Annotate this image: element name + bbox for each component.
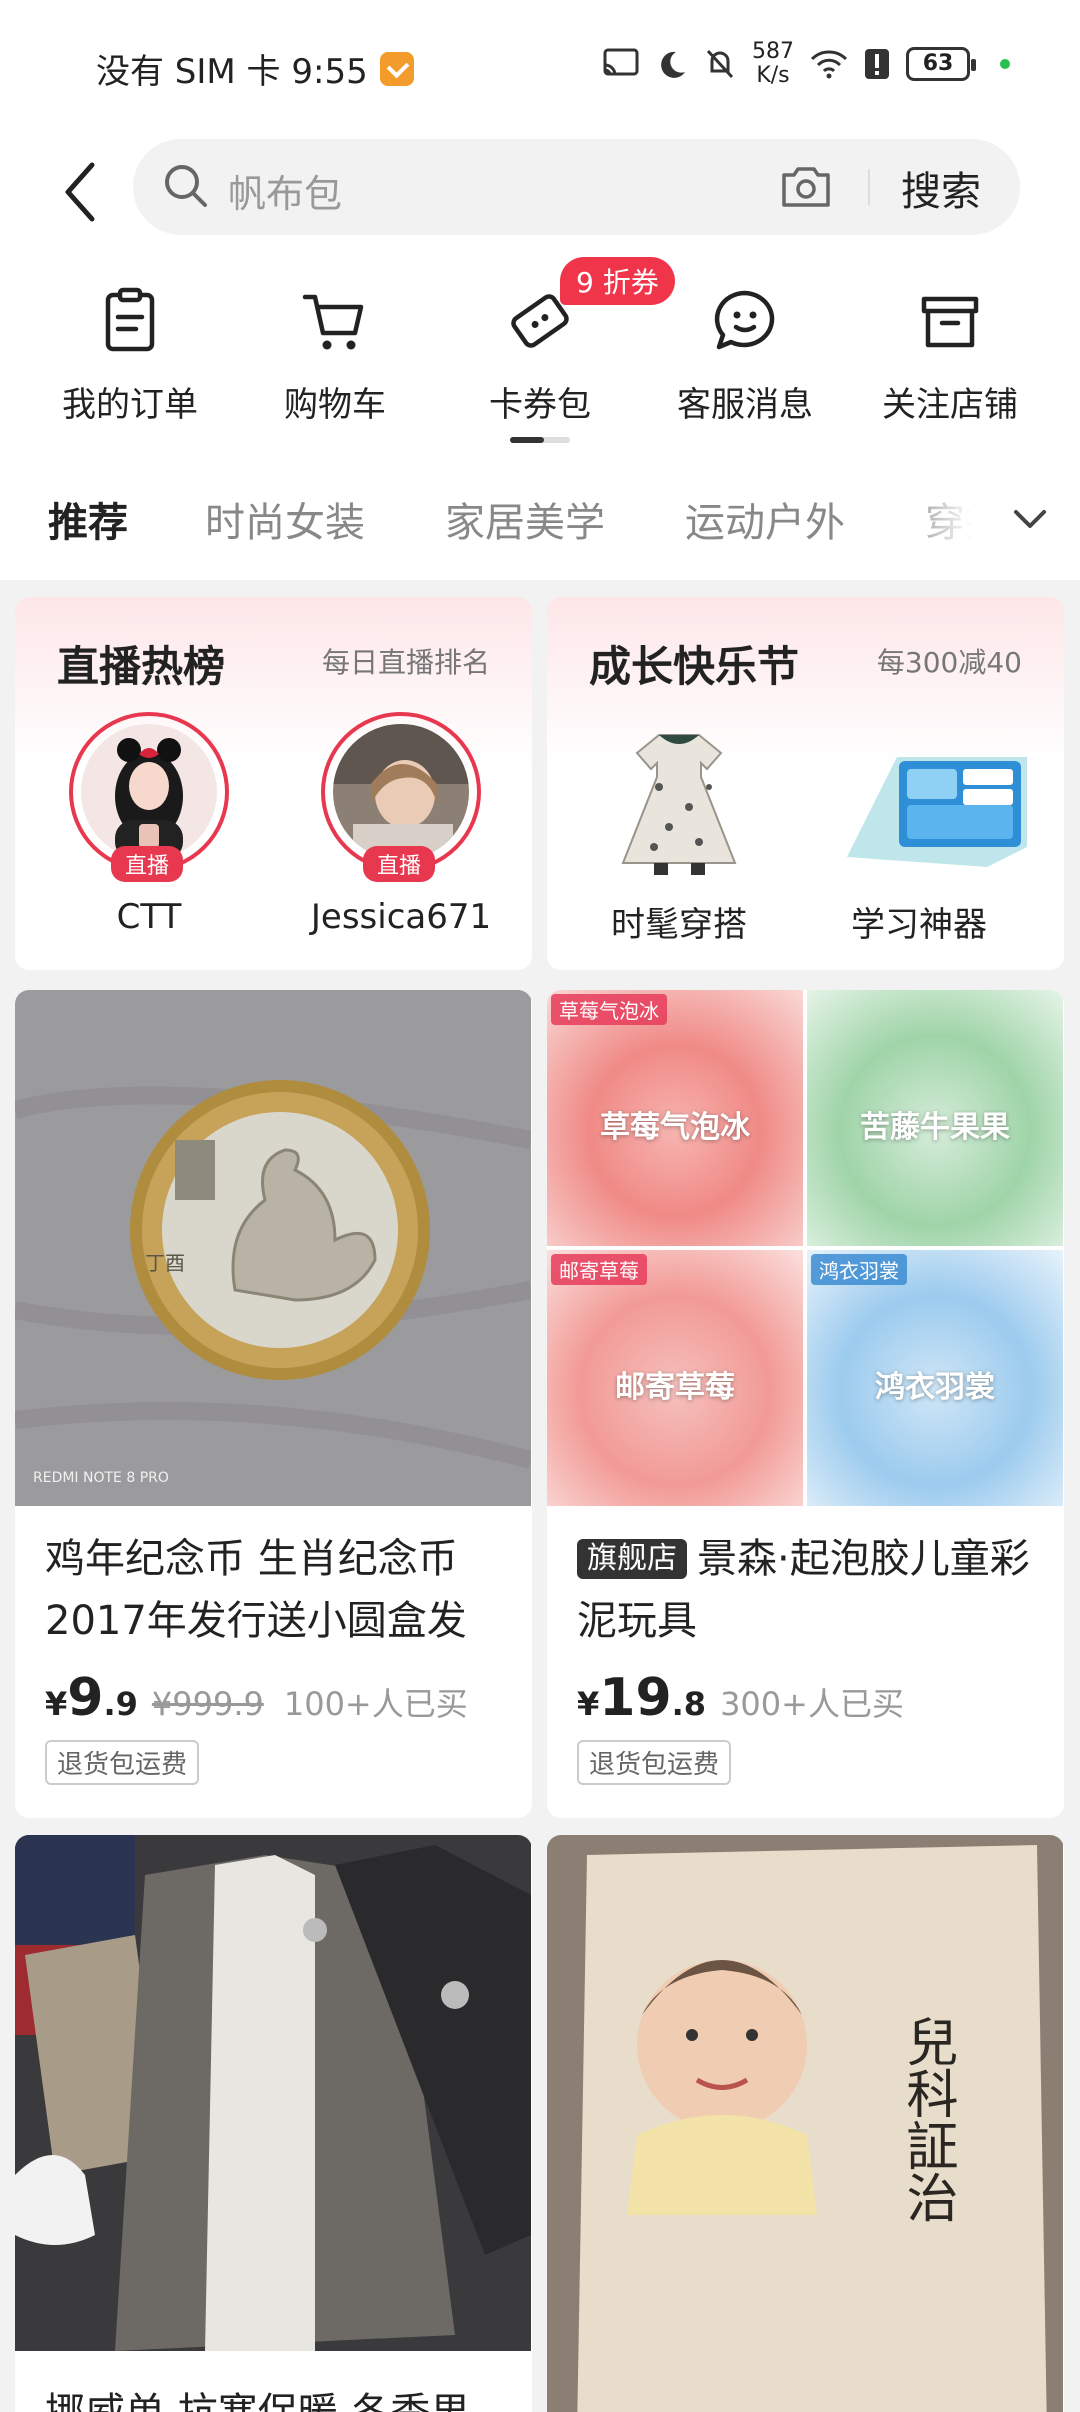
product-image[interactable]: 丁酉 REDMI NOTE 8 PRO [15, 990, 531, 1506]
net-speed: 587 K/s [752, 39, 794, 88]
store-icon [921, 296, 979, 348]
search-header: 帆布包 搜索 [0, 135, 1080, 245]
status-bar: 没有 SIM 卡 9:55 587 K/s 63 [0, 0, 1080, 135]
product-card[interactable]: 挪威单 抗寒保暖 冬季男 [15, 1835, 532, 2412]
camera-icon[interactable] [778, 161, 834, 211]
cast-icon [603, 48, 639, 76]
live-ranking-title: 直播热榜 [57, 642, 226, 691]
battery-indicator: 63 [906, 47, 976, 81]
price: 19 [599, 1668, 672, 1728]
avatar-illustration [81, 724, 217, 860]
coin-photo: 丁酉 [15, 990, 531, 1506]
product-title: 挪威单 抗寒保暖 冬季男 [45, 2380, 470, 2412]
chat-icon [714, 290, 775, 350]
free-return-tag: 退货包运费 [577, 1740, 732, 1785]
alert-icon [865, 49, 889, 79]
tab-sports-outdoor[interactable]: 运动户外 [685, 490, 845, 548]
sold-count: 300+人已买 [720, 1685, 904, 1723]
live-ranking-card[interactable]: 直播热榜 每日直播排名 直播 CTT 直播 Jessica671 [15, 597, 532, 970]
product-image[interactable]: 草莓气泡冰 草莓气泡冰 苦藤牛果果 邮寄草莓 邮寄草莓 鸿衣羽裳 鸿衣羽裳 [547, 990, 1063, 1506]
search-input[interactable]: 帆布包 [228, 163, 342, 218]
shortcut-cart[interactable]: 购物车 [245, 285, 425, 426]
shortcut-label: 卡券包 [489, 385, 591, 425]
carrier-time: 没有 SIM 卡 9:55 [96, 52, 368, 92]
sold-count: 100+人已买 [283, 1685, 468, 1723]
streamer-avatar-jessica671[interactable]: 直播 [321, 712, 481, 882]
shortcut-service-messages[interactable]: 客服消息 [655, 285, 835, 426]
avatar-photo [333, 724, 469, 860]
category-expand-button[interactable] [990, 460, 1080, 580]
photo-watermark: REDMI NOTE 8 PRO [33, 1470, 169, 1486]
live-badge: 直播 [111, 846, 184, 882]
product-image[interactable] [15, 1835, 531, 2351]
search-icon [165, 165, 207, 207]
product-image[interactable]: 兒科証治 [547, 1835, 1063, 2412]
moon-icon [661, 51, 685, 78]
avatar [333, 724, 469, 860]
search-box[interactable]: 帆布包 搜索 [133, 139, 1020, 235]
learning-tablet-image[interactable] [837, 737, 1037, 877]
promo-item-label: 学习神器 [851, 905, 987, 945]
product-card[interactable]: 草莓气泡冰 草莓气泡冰 苦藤牛果果 邮寄草莓 邮寄草莓 鸿衣羽裳 鸿衣羽裳 旗舰… [547, 990, 1064, 1818]
avatar [81, 724, 217, 860]
growth-festival-title: 成长快乐节 [589, 642, 800, 691]
search-divider [868, 169, 870, 205]
jacket-photo [15, 1835, 531, 2351]
promo-item-label: 时髦穿搭 [611, 905, 747, 945]
price-row: ¥ 19 .8 300+人已买 [577, 1668, 904, 1728]
book-cover-title: 兒科証治 [897, 2015, 957, 2223]
live-badge: 直播 [363, 846, 436, 882]
price: 9 [67, 1668, 104, 1728]
streamer-name: Jessica671 [310, 897, 492, 937]
back-icon[interactable] [50, 157, 110, 227]
book-photo: 兒科証治 [547, 1835, 1063, 2412]
product-title: 旗舰店 景森·起泡胶儿童彩泥玩具 [577, 1536, 1030, 1644]
dress-image[interactable] [599, 727, 759, 877]
price-row: ¥ 9 .9 ¥999.9 100+人已买 [45, 1668, 468, 1728]
shortcut-label: 购物车 [284, 385, 386, 425]
svg-text:丁酉: 丁酉 [145, 1251, 185, 1275]
chevron-down-icon [1014, 510, 1046, 528]
order-icon [105, 287, 155, 352]
original-price: ¥999.9 [151, 1685, 264, 1723]
live-ranking-subtitle: 每日直播排名 [321, 646, 490, 679]
streamer-name: CTT [116, 897, 182, 937]
shortcut-label: 客服消息 [677, 385, 813, 425]
flagship-store-badge: 旗舰店 [577, 1539, 687, 1579]
shortcut-scroll-indicator [510, 437, 570, 443]
shortcut-label: 关注店铺 [882, 385, 1018, 425]
privacy-dot [1000, 59, 1010, 69]
product-card[interactable]: 丁酉 REDMI NOTE 8 PRO 鸡年纪念币 生肖纪念币2017年发行送小… [15, 990, 532, 1818]
tab-recommended[interactable]: 推荐 [48, 490, 128, 548]
product-title: 鸡年纪念币 生肖纪念币2017年发行送小圆盒发 [45, 1536, 467, 1644]
search-button[interactable]: 搜索 [901, 159, 981, 217]
streamer-avatar-ctt[interactable]: 直播 [69, 712, 229, 882]
tab-home-aesthetics[interactable]: 家居美学 [445, 490, 605, 548]
shortcut-my-orders[interactable]: 我的订单 [40, 285, 220, 426]
growth-festival-card[interactable]: 成长快乐节 每300减40 时髦穿搭 学习神器 [547, 597, 1064, 970]
category-tabs: 推荐 时尚女装 家居美学 运动户外 穿搭 [0, 460, 1080, 580]
product-card[interactable]: 兒科証治 [547, 1835, 1064, 2412]
shortcut-label: 我的订单 [62, 385, 198, 425]
free-return-tag: 退货包运费 [45, 1740, 200, 1785]
tab-womens-fashion[interactable]: 时尚女装 [205, 490, 365, 548]
mute-bell-icon [706, 49, 734, 79]
shortcut-followed-stores[interactable]: 关注店铺 [860, 285, 1040, 426]
shortcut-bar: 我的订单 购物车 卡券包 9 折券 客服消息 关注店铺 [0, 245, 1080, 460]
growth-festival-subtitle: 每300减40 [876, 646, 1022, 679]
shortcut-coupons[interactable]: 卡券包 [450, 285, 630, 426]
wifi-icon [810, 50, 848, 79]
cart-icon [302, 294, 364, 350]
shield-badge-icon [379, 51, 414, 86]
